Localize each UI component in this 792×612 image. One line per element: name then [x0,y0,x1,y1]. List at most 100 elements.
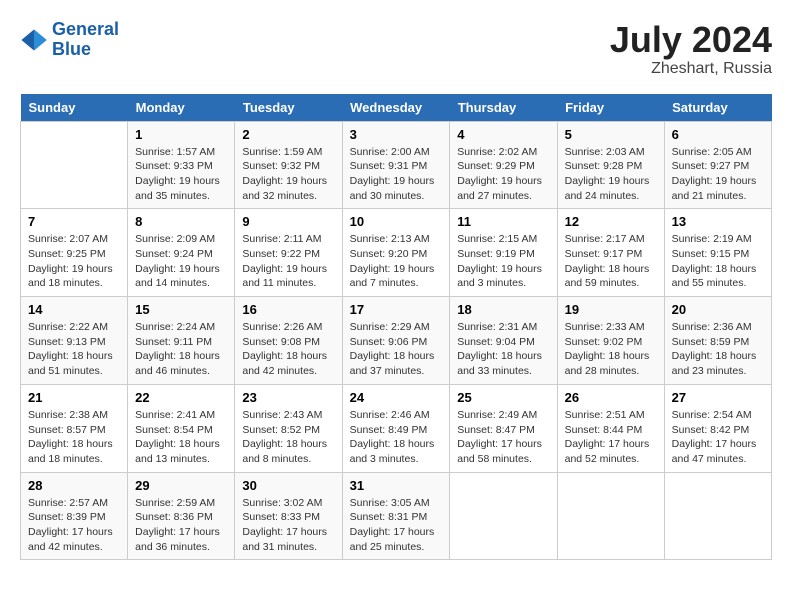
day-info: Sunrise: 2:26 AMSunset: 9:08 PMDaylight:… [242,320,334,379]
day-number: 3 [350,127,443,142]
calendar-cell [557,472,664,560]
day-number: 1 [135,127,227,142]
day-number: 18 [457,302,549,317]
day-number: 22 [135,390,227,405]
day-number: 28 [28,478,120,493]
calendar-week-3: 14 Sunrise: 2:22 AMSunset: 9:13 PMDaylig… [21,297,772,385]
day-info: Sunrise: 2:49 AMSunset: 8:47 PMDaylight:… [457,408,549,467]
calendar-header: Sunday Monday Tuesday Wednesday Thursday… [21,94,772,122]
calendar-cell: 19 Sunrise: 2:33 AMSunset: 9:02 PMDaylig… [557,297,664,385]
logo-blue: Blue [52,39,91,59]
day-info: Sunrise: 1:59 AMSunset: 9:32 PMDaylight:… [242,145,334,204]
day-info: Sunrise: 2:19 AMSunset: 9:15 PMDaylight:… [672,232,764,291]
header-saturday: Saturday [664,94,771,122]
day-number: 7 [28,214,120,229]
calendar-body: 1 Sunrise: 1:57 AMSunset: 9:33 PMDayligh… [21,121,772,560]
day-info: Sunrise: 2:33 AMSunset: 9:02 PMDaylight:… [565,320,657,379]
title-block: July 2024 Zheshart, Russia [610,20,772,78]
calendar-cell: 9 Sunrise: 2:11 AMSunset: 9:22 PMDayligh… [235,209,342,297]
calendar-cell: 18 Sunrise: 2:31 AMSunset: 9:04 PMDaylig… [450,297,557,385]
calendar-week-2: 7 Sunrise: 2:07 AMSunset: 9:25 PMDayligh… [21,209,772,297]
calendar-cell: 27 Sunrise: 2:54 AMSunset: 8:42 PMDaylig… [664,384,771,472]
day-number: 6 [672,127,764,142]
day-info: Sunrise: 2:36 AMSunset: 8:59 PMDaylight:… [672,320,764,379]
logo-general: General [52,19,119,39]
day-info: Sunrise: 2:09 AMSunset: 9:24 PMDaylight:… [135,232,227,291]
calendar-cell: 23 Sunrise: 2:43 AMSunset: 8:52 PMDaylig… [235,384,342,472]
day-info: Sunrise: 2:07 AMSunset: 9:25 PMDaylight:… [28,232,120,291]
day-number: 21 [28,390,120,405]
day-info: Sunrise: 2:54 AMSunset: 8:42 PMDaylight:… [672,408,764,467]
day-info: Sunrise: 2:13 AMSunset: 9:20 PMDaylight:… [350,232,443,291]
day-info: Sunrise: 2:17 AMSunset: 9:17 PMDaylight:… [565,232,657,291]
day-info: Sunrise: 1:57 AMSunset: 9:33 PMDaylight:… [135,145,227,204]
calendar-cell: 31 Sunrise: 3:05 AMSunset: 8:31 PMDaylig… [342,472,450,560]
calendar-cell: 15 Sunrise: 2:24 AMSunset: 9:11 PMDaylig… [128,297,235,385]
day-info: Sunrise: 3:02 AMSunset: 8:33 PMDaylight:… [242,496,334,555]
day-number: 30 [242,478,334,493]
day-info: Sunrise: 2:02 AMSunset: 9:29 PMDaylight:… [457,145,549,204]
calendar-cell: 21 Sunrise: 2:38 AMSunset: 8:57 PMDaylig… [21,384,128,472]
calendar-cell: 30 Sunrise: 3:02 AMSunset: 8:33 PMDaylig… [235,472,342,560]
calendar-cell: 26 Sunrise: 2:51 AMSunset: 8:44 PMDaylig… [557,384,664,472]
calendar-week-4: 21 Sunrise: 2:38 AMSunset: 8:57 PMDaylig… [21,384,772,472]
calendar-cell: 22 Sunrise: 2:41 AMSunset: 8:54 PMDaylig… [128,384,235,472]
location-title: Zheshart, Russia [610,60,772,78]
day-info: Sunrise: 2:22 AMSunset: 9:13 PMDaylight:… [28,320,120,379]
calendar-table: Sunday Monday Tuesday Wednesday Thursday… [20,94,772,561]
header-sunday: Sunday [21,94,128,122]
day-number: 26 [565,390,657,405]
day-number: 2 [242,127,334,142]
calendar-week-1: 1 Sunrise: 1:57 AMSunset: 9:33 PMDayligh… [21,121,772,209]
day-info: Sunrise: 2:24 AMSunset: 9:11 PMDaylight:… [135,320,227,379]
calendar-cell: 12 Sunrise: 2:17 AMSunset: 9:17 PMDaylig… [557,209,664,297]
day-number: 14 [28,302,120,317]
calendar-cell [21,121,128,209]
calendar-cell [664,472,771,560]
calendar-cell: 13 Sunrise: 2:19 AMSunset: 9:15 PMDaylig… [664,209,771,297]
header-row: Sunday Monday Tuesday Wednesday Thursday… [21,94,772,122]
day-info: Sunrise: 2:51 AMSunset: 8:44 PMDaylight:… [565,408,657,467]
day-number: 20 [672,302,764,317]
month-year-title: July 2024 [610,20,772,60]
day-number: 31 [350,478,443,493]
day-number: 4 [457,127,549,142]
day-info: Sunrise: 2:57 AMSunset: 8:39 PMDaylight:… [28,496,120,555]
day-info: Sunrise: 2:38 AMSunset: 8:57 PMDaylight:… [28,408,120,467]
calendar-cell: 4 Sunrise: 2:02 AMSunset: 9:29 PMDayligh… [450,121,557,209]
calendar-cell: 24 Sunrise: 2:46 AMSunset: 8:49 PMDaylig… [342,384,450,472]
calendar-cell: 25 Sunrise: 2:49 AMSunset: 8:47 PMDaylig… [450,384,557,472]
day-number: 13 [672,214,764,229]
day-info: Sunrise: 2:15 AMSunset: 9:19 PMDaylight:… [457,232,549,291]
day-number: 16 [242,302,334,317]
day-info: Sunrise: 2:11 AMSunset: 9:22 PMDaylight:… [242,232,334,291]
day-number: 24 [350,390,443,405]
day-number: 19 [565,302,657,317]
calendar-cell: 1 Sunrise: 1:57 AMSunset: 9:33 PMDayligh… [128,121,235,209]
calendar-cell: 2 Sunrise: 1:59 AMSunset: 9:32 PMDayligh… [235,121,342,209]
calendar-week-5: 28 Sunrise: 2:57 AMSunset: 8:39 PMDaylig… [21,472,772,560]
header-wednesday: Wednesday [342,94,450,122]
calendar-cell: 8 Sunrise: 2:09 AMSunset: 9:24 PMDayligh… [128,209,235,297]
day-info: Sunrise: 2:59 AMSunset: 8:36 PMDaylight:… [135,496,227,555]
day-number: 12 [565,214,657,229]
calendar-cell: 11 Sunrise: 2:15 AMSunset: 9:19 PMDaylig… [450,209,557,297]
calendar-cell: 16 Sunrise: 2:26 AMSunset: 9:08 PMDaylig… [235,297,342,385]
calendar-cell: 14 Sunrise: 2:22 AMSunset: 9:13 PMDaylig… [21,297,128,385]
logo-icon [20,26,48,54]
header-tuesday: Tuesday [235,94,342,122]
day-info: Sunrise: 2:00 AMSunset: 9:31 PMDaylight:… [350,145,443,204]
day-info: Sunrise: 2:41 AMSunset: 8:54 PMDaylight:… [135,408,227,467]
day-info: Sunrise: 3:05 AMSunset: 8:31 PMDaylight:… [350,496,443,555]
day-info: Sunrise: 2:31 AMSunset: 9:04 PMDaylight:… [457,320,549,379]
day-number: 25 [457,390,549,405]
day-number: 17 [350,302,443,317]
day-number: 29 [135,478,227,493]
calendar-cell: 6 Sunrise: 2:05 AMSunset: 9:27 PMDayligh… [664,121,771,209]
header-friday: Friday [557,94,664,122]
calendar-cell: 20 Sunrise: 2:36 AMSunset: 8:59 PMDaylig… [664,297,771,385]
page-header: General Blue July 2024 Zheshart, Russia [20,20,772,78]
calendar-cell: 17 Sunrise: 2:29 AMSunset: 9:06 PMDaylig… [342,297,450,385]
logo: General Blue [20,20,119,60]
day-number: 5 [565,127,657,142]
